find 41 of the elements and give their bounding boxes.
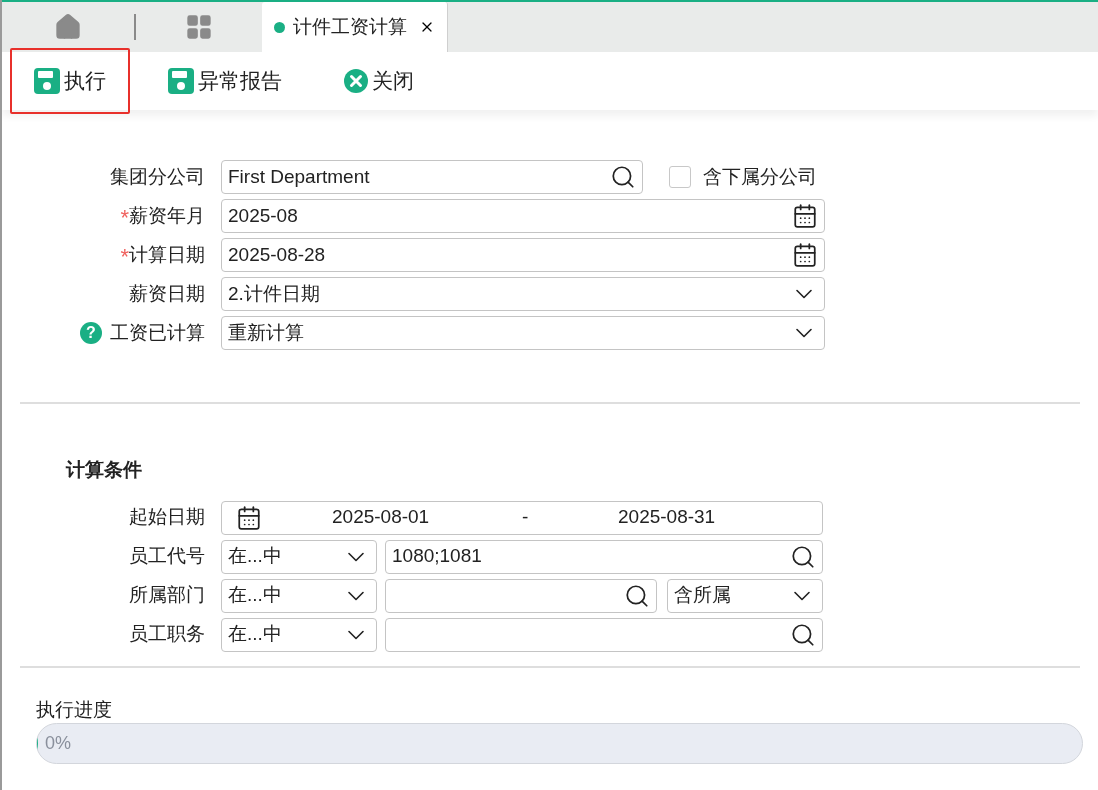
field-label: 员工职务 bbox=[129, 622, 205, 647]
field-label: 所属部门 bbox=[129, 583, 205, 608]
field-label: 计算日期 bbox=[129, 242, 205, 267]
progress-reading: 0% bbox=[45, 731, 71, 755]
dropdown-field[interactable]: 2.计件日期 bbox=[221, 277, 825, 311]
close-icon bbox=[344, 69, 368, 93]
search-icon[interactable] bbox=[624, 582, 650, 609]
dropdown-field[interactable]: 含所属 bbox=[667, 578, 823, 613]
search-icon[interactable] bbox=[790, 543, 816, 570]
search-icon[interactable] bbox=[790, 621, 816, 648]
calendar-icon[interactable] bbox=[792, 203, 818, 229]
dropdown-field[interactable]: 在...中 bbox=[221, 617, 377, 652]
field-label: 工资已计算 bbox=[110, 320, 205, 345]
section-title: 计算条件 bbox=[66, 458, 143, 482]
dropdown-field[interactable]: 在...中 bbox=[221, 539, 377, 574]
required-asterisk: * bbox=[120, 207, 129, 229]
tab[interactable]: 计件工资计算 bbox=[262, 2, 448, 52]
dropdown-field[interactable]: 在...中 bbox=[221, 578, 377, 613]
dropdown-field[interactable]: 重新计算 bbox=[221, 316, 825, 350]
home-icon[interactable] bbox=[54, 13, 82, 41]
date-field[interactable]: 2025-08 bbox=[221, 199, 825, 233]
checkbox-label: 含下属分公司 bbox=[703, 164, 817, 189]
checkbox[interactable] bbox=[669, 166, 691, 188]
grid-icon[interactable] bbox=[185, 13, 213, 41]
search-icon[interactable] bbox=[610, 164, 636, 190]
lookup-field[interactable] bbox=[385, 617, 823, 652]
calendar-icon[interactable] bbox=[792, 242, 818, 268]
lookup-field[interactable]: 1080;1081 bbox=[385, 539, 823, 574]
field-label: 薪资年月 bbox=[129, 203, 205, 228]
field-label: 起始日期 bbox=[129, 505, 205, 530]
date-field[interactable]: 2025-08-28 bbox=[221, 238, 825, 272]
calendar-icon[interactable] bbox=[236, 504, 262, 531]
date-range-field[interactable]: 2025-08-01 - 2025-08-31 bbox=[221, 500, 823, 535]
toolbar-button[interactable]: 执行 bbox=[10, 48, 130, 114]
progress-label: 执行进度 bbox=[36, 699, 113, 719]
field-label: 薪资日期 bbox=[129, 281, 205, 306]
lookup-field[interactable]: First Department bbox=[221, 160, 643, 194]
field-label: 集团分公司 bbox=[110, 164, 205, 189]
lookup-field[interactable] bbox=[385, 578, 657, 613]
required-asterisk: * bbox=[120, 246, 129, 268]
field-label: 员工代号 bbox=[129, 544, 205, 569]
